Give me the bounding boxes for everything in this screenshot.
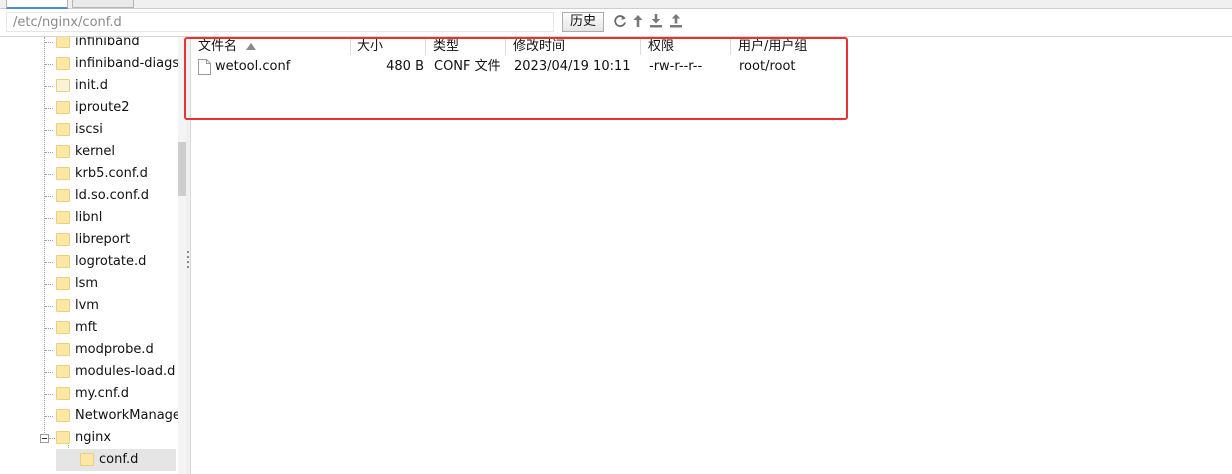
file-owner: root/root [739,59,796,74]
tree-connector [45,174,53,175]
folder-icon [56,409,70,422]
folder-icon [56,365,70,378]
folder-icon [80,453,94,466]
tree-item-lvm[interactable]: lvm [56,295,178,317]
tree-connector [45,108,53,109]
tree-item-libnl[interactable]: libnl [56,207,178,229]
folder-icon [56,189,70,202]
tree-item-conf-d[interactable]: conf.d [56,449,176,471]
folder-open-icon [56,431,70,444]
refresh-icon[interactable] [612,13,628,29]
tree-item-krb5-conf-d[interactable]: krb5.conf.d [56,163,178,185]
tab-files[interactable] [6,0,68,9]
tree-connector [45,328,53,329]
folder-icon [56,211,70,224]
tree-item-init-d[interactable]: init.d [56,75,178,97]
folder-icon [56,277,70,290]
tree-item-modules-load-d[interactable]: modules-load.d [56,361,178,383]
column-label: 文件名 [198,39,238,54]
directory-tree: infiniband infiniband-diags init.d iprou… [0,37,178,474]
folder-icon [56,255,70,268]
folder-icon [56,57,70,70]
tree-connector [45,350,53,351]
tree-item-infiniband-diags[interactable]: infiniband-diags [56,53,178,75]
tree-item-logrotate-d[interactable]: logrotate.d [56,251,178,273]
file-modified: 2023/04/19 10:11 [514,59,631,74]
tree-item-infiniband[interactable]: infiniband [56,37,178,53]
tree-connector [45,130,53,131]
go-up-icon[interactable] [630,13,646,29]
folder-icon [56,145,70,158]
tree-item-lsm[interactable]: lsm [56,273,178,295]
column-divider[interactable] [425,39,426,55]
path-input[interactable]: /etc/nginx/conf.d [6,12,554,32]
collapse-toggle[interactable] [40,434,49,443]
tree-connector [45,196,53,197]
splitter-grip [187,251,189,253]
tree-connector [45,218,53,219]
tree-connector [45,262,53,263]
tree-connector [45,284,53,285]
tree-item-networkmanager[interactable]: NetworkManage [56,405,178,427]
column-header-name[interactable]: 文件名 [198,38,256,56]
symlink-folder-icon [56,79,70,92]
tree-guide-line [44,37,45,437]
folder-icon [56,167,70,180]
tree-item-nginx[interactable]: nginx [56,427,178,449]
tree-connector [45,240,53,241]
history-button[interactable]: 历史 [562,12,604,32]
folder-icon [56,101,70,114]
tree-connector [45,152,53,153]
tree-connector [45,306,53,307]
folder-icon [56,37,70,48]
tree-connector [45,42,53,43]
column-header-owner[interactable]: 用户/用户组 [738,38,807,56]
column-header-modified[interactable]: 修改时间 [513,38,565,56]
upload-icon[interactable] [668,13,684,29]
file-list: 文件名 大小 类型 修改时间 权限 用户/用户组 wetool.conf 480… [191,37,1232,474]
column-divider[interactable] [350,39,351,55]
tree-connector [45,372,53,373]
folder-icon [56,343,70,356]
download-icon[interactable] [648,13,664,29]
folder-icon [56,123,70,136]
tree-connector [45,64,53,65]
tab-commands[interactable] [72,0,134,8]
folder-icon [56,321,70,334]
column-header-type[interactable]: 类型 [433,38,459,56]
column-divider[interactable] [640,39,641,55]
tree-connector [45,86,53,87]
folder-icon [56,299,70,312]
column-divider[interactable] [505,39,506,55]
file-type: CONF 文件 [434,59,501,74]
splitter-grip [187,256,189,258]
tree-item-ld-so-conf-d[interactable]: ld.so.conf.d [56,185,178,207]
tree-item-mft[interactable]: mft [56,317,178,339]
column-header-permissions[interactable]: 权限 [648,38,674,56]
tree-item-iproute2[interactable]: iproute2 [56,97,178,119]
tree-item-iscsi[interactable]: iscsi [56,119,178,141]
splitter-grip [187,261,189,263]
file-name: wetool.conf [215,59,291,74]
splitter-grip [187,266,189,268]
folder-icon [56,233,70,246]
address-bar: /etc/nginx/conf.d 历史 [0,9,1232,37]
sort-ascending-icon [246,43,256,50]
tree-item-libreport[interactable]: libreport [56,229,178,251]
tree-connector [45,416,53,417]
tree-item-my-cnf-d[interactable]: my.cnf.d [56,383,178,405]
tree-scrollbar[interactable] [178,37,186,474]
scrollbar-thumb[interactable] [178,142,186,196]
column-header-size[interactable]: 大小 [357,38,383,56]
tree-item-kernel[interactable]: kernel [56,141,178,163]
tab-strip [0,0,1232,9]
tree-connector [45,394,53,395]
file-permissions: -rw-r--r-- [649,59,703,74]
file-size: 480 B [386,59,424,74]
column-divider[interactable] [730,39,731,55]
tree-item-modprobe-d[interactable]: modprobe.d [56,339,178,361]
folder-icon [56,387,70,400]
file-icon [198,59,211,75]
